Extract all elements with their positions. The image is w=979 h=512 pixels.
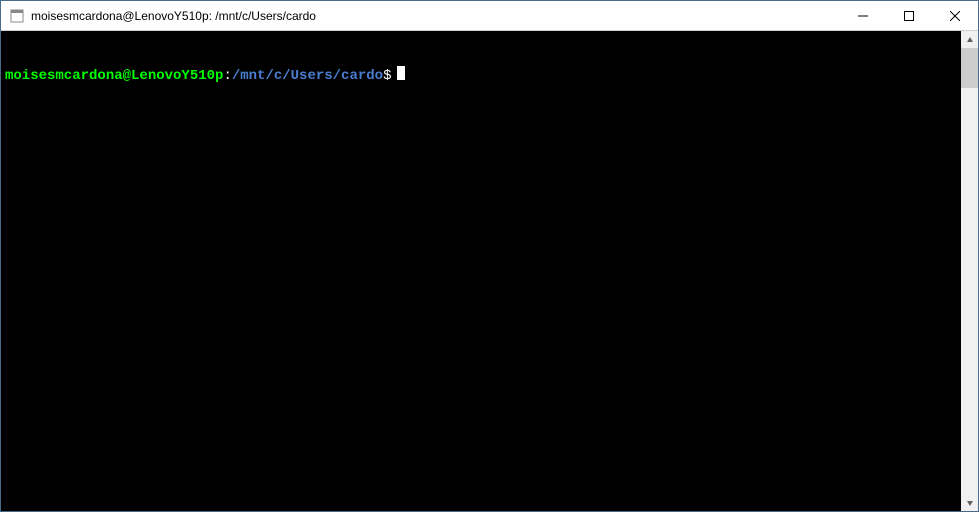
terminal-window: moisesmcardona@LenovoY510p: /mnt/c/Users… — [0, 0, 979, 512]
close-button[interactable] — [932, 1, 978, 30]
scrollbar-track[interactable] — [961, 48, 978, 494]
prompt-path: /mnt/c/Users/cardo — [232, 68, 383, 84]
prompt-user-host: moisesmcardona@LenovoY510p — [5, 68, 223, 84]
scrollbar-up-arrow[interactable] — [961, 31, 978, 48]
scrollbar-thumb[interactable] — [961, 48, 978, 88]
window-controls — [840, 1, 978, 30]
prompt-symbol: $ — [383, 68, 391, 84]
window-titlebar[interactable]: moisesmcardona@LenovoY510p: /mnt/c/Users… — [1, 1, 978, 31]
minimize-button[interactable] — [840, 1, 886, 30]
prompt-separator: : — [223, 68, 231, 84]
maximize-button[interactable] — [886, 1, 932, 30]
scrollbar-down-arrow[interactable] — [961, 494, 978, 511]
terminal-content[interactable]: moisesmcardona@LenovoY510p:/mnt/c/Users/… — [1, 31, 961, 511]
prompt-line: moisesmcardona@LenovoY510p:/mnt/c/Users/… — [5, 65, 957, 84]
window-title: moisesmcardona@LenovoY510p: /mnt/c/Users… — [31, 9, 840, 23]
app-icon — [9, 8, 25, 24]
client-area: moisesmcardona@LenovoY510p:/mnt/c/Users/… — [1, 31, 978, 511]
terminal-cursor — [397, 66, 405, 80]
vertical-scrollbar[interactable] — [961, 31, 978, 511]
